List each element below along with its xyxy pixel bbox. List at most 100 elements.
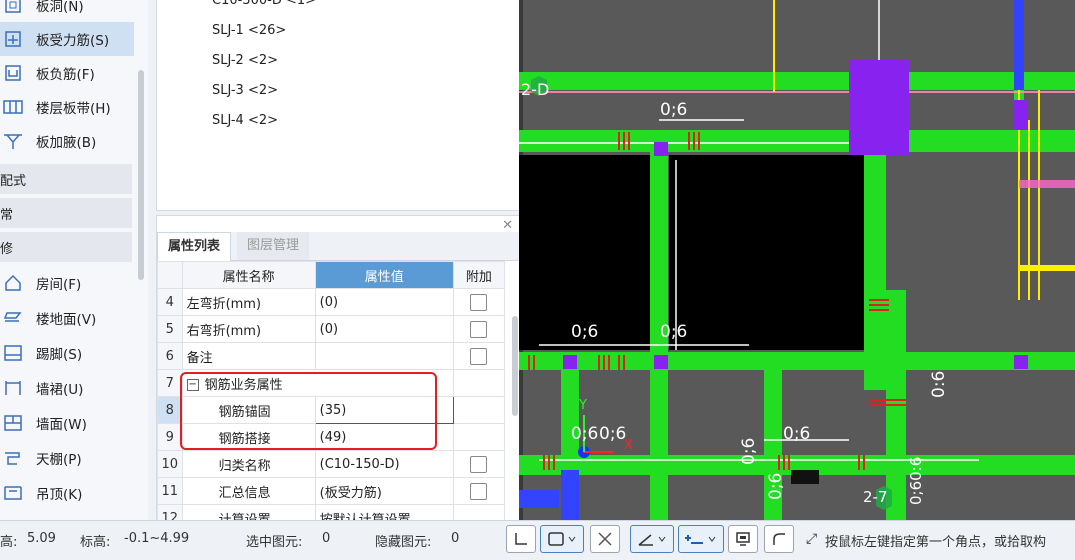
property-value[interactable] xyxy=(314,342,454,370)
tree-item-label: 楼层板带(H) xyxy=(36,101,111,117)
room-icon xyxy=(2,273,24,293)
property-value[interactable]: (0) xyxy=(314,288,454,316)
component-item[interactable]: SLJ-1 <26> xyxy=(212,23,286,38)
display-button[interactable] xyxy=(728,525,758,553)
rebar-label[interactable]: 0;6 xyxy=(571,424,598,444)
tree-category[interactable]: 配式 xyxy=(0,164,132,194)
orthogonal-button[interactable] xyxy=(506,525,536,553)
haunch-icon xyxy=(2,131,24,151)
property-group[interactable]: − 钢筋业务属性 xyxy=(181,369,454,397)
collapse-icon[interactable]: − xyxy=(186,379,199,391)
cancel-draw-button[interactable] xyxy=(590,525,620,553)
component-item[interactable]: SLJ-4 <2> xyxy=(212,113,278,128)
property-name: 钢筋锚固 xyxy=(181,396,316,424)
rebar-label[interactable]: 0;60:6 xyxy=(907,457,925,505)
slab-hole-icon xyxy=(2,0,24,15)
tree-item-floor[interactable]: 楼地面(V) xyxy=(0,301,134,335)
y-axis-label: Y xyxy=(579,398,587,413)
row-number: 5 xyxy=(157,315,183,343)
rebar-label[interactable]: 0;6 xyxy=(599,424,626,444)
property-value[interactable]: (49) xyxy=(314,423,454,451)
arc-button[interactable] xyxy=(764,525,794,553)
extra-checkbox[interactable] xyxy=(470,482,488,500)
status-bar: 高: 5.09 标高: -0.1~4.99 选中图元: 0 隐藏图元: 0 ⤢ … xyxy=(0,520,1075,560)
snap-icon xyxy=(548,532,576,546)
height-value: 5.09 xyxy=(27,531,56,546)
status-hint: 按鼠标左键指定第一个角点，或拾取构 xyxy=(825,535,1047,550)
rebar-label[interactable]: 0;6 xyxy=(660,322,687,342)
arc-icon xyxy=(773,533,785,545)
tree-item-label: 板受力筋(S) xyxy=(36,33,110,49)
tree-item-suspended-ceiling[interactable]: 吊顶(K) xyxy=(0,476,134,510)
table-row[interactable]: 6 备注 xyxy=(157,342,506,370)
table-header-extra: 附加 xyxy=(452,261,506,289)
component-list-panel: C10-300-D <1> SLJ-1 <26> SLJ-2 <2> SLJ-3… xyxy=(148,0,527,532)
tree-category[interactable]: 修 xyxy=(0,232,132,262)
orthogonal-icon xyxy=(515,533,527,545)
table-row[interactable]: 5 右弯折(mm) (0) xyxy=(157,315,506,343)
snap-button[interactable] xyxy=(540,525,584,553)
property-name: 归类名称 xyxy=(181,450,316,478)
tree-category[interactable]: 常 xyxy=(0,198,132,228)
slab-strip-icon xyxy=(2,97,24,117)
component-item[interactable]: C10-300-D <1> xyxy=(212,0,316,8)
extra-checkbox[interactable] xyxy=(470,347,488,365)
component-type-panel: 板洞(N) 板受力筋(S) 板负筋(F) 楼层板带(H) 板加腋(B) 配式 常… xyxy=(0,0,149,520)
angle-button[interactable] xyxy=(630,525,674,553)
tree-item-room[interactable]: 房间(F) xyxy=(0,266,134,300)
property-scrollbar[interactable] xyxy=(512,316,518,416)
row-number: 8 xyxy=(157,396,183,424)
tree-item-slab-strip[interactable]: 楼层板带(H) xyxy=(0,90,134,124)
component-item[interactable]: SLJ-2 <2> xyxy=(212,53,278,68)
rebar-label[interactable]: 0;6 xyxy=(783,424,810,444)
ceiling-icon xyxy=(2,448,24,468)
table-row[interactable]: 4 左弯折(mm) (0) xyxy=(157,288,506,316)
property-name: 右弯折(mm) xyxy=(181,315,316,343)
tree-item-wall-face[interactable]: 墙面(W) xyxy=(0,406,134,440)
tree-item-label: 房间(F) xyxy=(36,277,82,293)
row-number: 10 xyxy=(157,450,183,478)
table-row[interactable]: 8 钢筋锚固 (35) xyxy=(157,396,506,424)
tree-item-negative-rebar[interactable]: 板负筋(F) xyxy=(0,56,134,90)
offset-button[interactable] xyxy=(678,525,724,553)
tree-item-skirting[interactable]: 踢脚(S) xyxy=(0,336,134,370)
tree-item-label: 楼地面(V) xyxy=(36,312,97,328)
property-group-label: 钢筋业务属性 xyxy=(204,377,283,393)
tree-item-haunch[interactable]: 板加腋(B) xyxy=(0,124,134,158)
angle-icon xyxy=(638,534,666,546)
left-panel-scrollbar[interactable] xyxy=(138,70,144,280)
drawing-canvas[interactable]: 2-D 0;6 0;6 0;6 0;6 0;6 0;6 0;6 0;6 0:6 … xyxy=(519,0,1075,520)
rebar-label[interactable]: 0;6 xyxy=(660,100,687,120)
property-value[interactable]: (C10-150-D) xyxy=(314,450,454,478)
property-value[interactable]: (35) xyxy=(314,396,454,424)
table-row[interactable]: 10 归类名称 (C10-150-D) xyxy=(157,450,506,478)
display-icon xyxy=(736,532,750,546)
close-icon[interactable]: ✕ xyxy=(502,218,513,233)
table-row[interactable]: 11 汇总信息 (板受力筋) xyxy=(157,477,506,505)
tree-item-ceiling[interactable]: 天棚(P) xyxy=(0,441,134,475)
table-row[interactable]: 9 钢筋搭接 (49) xyxy=(157,423,506,451)
component-tree: C10-300-D <1> SLJ-1 <26> SLJ-2 <2> SLJ-3… xyxy=(156,0,527,211)
property-name: 备注 xyxy=(181,342,316,370)
property-value[interactable]: (0) xyxy=(314,315,454,343)
rebar-label[interactable]: 0;6 xyxy=(739,438,759,465)
tree-item-label: 板洞(N) xyxy=(36,0,84,15)
component-item[interactable]: SLJ-3 <2> xyxy=(212,83,278,98)
table-row-group[interactable]: 7 − 钢筋业务属性 xyxy=(157,369,506,397)
category-label: 常 xyxy=(0,207,14,223)
rebar-label[interactable]: 0;6 xyxy=(766,473,786,500)
property-value[interactable]: (板受力筋) xyxy=(314,477,454,505)
tab-layer-management[interactable]: 图层管理 xyxy=(237,232,310,260)
extra-checkbox[interactable] xyxy=(470,320,488,338)
property-name: 汇总信息 xyxy=(181,477,316,505)
tab-property-list[interactable]: 属性列表 xyxy=(157,232,232,262)
rebar-label[interactable]: 0;6 xyxy=(571,322,598,342)
rebar-label[interactable]: 0:6 xyxy=(929,371,949,398)
tree-item-slab-hole[interactable]: 板洞(N) xyxy=(0,0,134,22)
expand-icon: ⤢ xyxy=(806,531,818,547)
extra-checkbox[interactable] xyxy=(470,455,488,473)
tree-item-slab-rebar[interactable]: 板受力筋(S) xyxy=(0,22,134,56)
extra-checkbox[interactable] xyxy=(470,293,488,311)
tree-item-dado[interactable]: 墙裙(U) xyxy=(0,371,134,405)
table-header-name: 属性名称 xyxy=(181,261,316,289)
